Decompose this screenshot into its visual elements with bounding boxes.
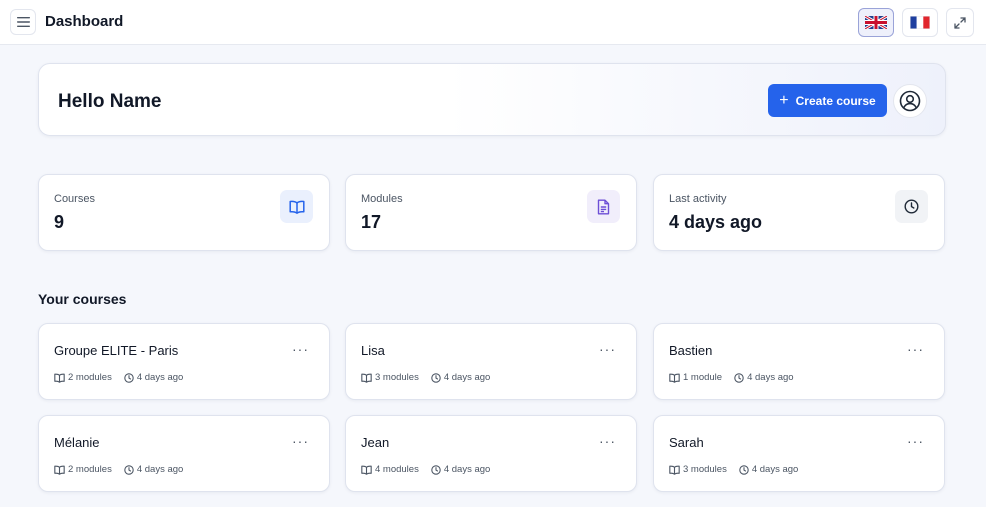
book-icon bbox=[361, 373, 372, 383]
course-card[interactable]: Bastien ··· 1 module 4 days ago bbox=[653, 323, 945, 400]
course-meta: 1 module 4 days ago bbox=[669, 372, 794, 383]
module-count: 2 modules bbox=[68, 372, 112, 383]
book-icon bbox=[54, 465, 65, 475]
stat-label: Modules bbox=[361, 193, 403, 205]
greeting: Hello Name bbox=[58, 91, 162, 112]
france-flag-icon bbox=[910, 16, 930, 29]
book-icon bbox=[54, 373, 65, 383]
updated-time: 4 days ago bbox=[443, 464, 491, 475]
module-count: 2 modules bbox=[68, 464, 112, 475]
course-meta: 3 modules 4 days ago bbox=[669, 464, 798, 475]
book-icon bbox=[361, 465, 372, 475]
more-options-icon[interactable]: ··· bbox=[292, 342, 309, 356]
stat-label: Last activity bbox=[669, 193, 727, 205]
user-circle-icon bbox=[899, 90, 921, 112]
course-card[interactable]: Sarah ··· 3 modules 4 days ago bbox=[653, 415, 945, 492]
plus-icon: + bbox=[779, 91, 789, 109]
more-options-icon[interactable]: ··· bbox=[907, 434, 924, 448]
stat-card-courses: Courses 9 bbox=[38, 174, 330, 251]
course-meta: 4 modules 4 days ago bbox=[361, 464, 490, 475]
clock-icon bbox=[895, 190, 928, 223]
course-meta: 2 modules 4 days ago bbox=[54, 464, 183, 475]
your-courses-heading: Your courses bbox=[38, 291, 127, 307]
stat-value: 4 days ago bbox=[669, 212, 763, 232]
more-options-icon[interactable]: ··· bbox=[599, 342, 616, 356]
updated-time: 4 days ago bbox=[443, 372, 491, 383]
stat-card-last-activity: Last activity 4 days ago bbox=[653, 174, 945, 251]
uk-flag-icon bbox=[865, 16, 887, 29]
clock-icon bbox=[124, 464, 134, 475]
clock-icon bbox=[124, 372, 134, 383]
stat-value: 9 bbox=[54, 212, 65, 232]
course-card[interactable]: Lisa ··· 3 modules 4 days ago bbox=[345, 323, 637, 400]
book-icon bbox=[280, 190, 313, 223]
module-count: 3 modules bbox=[683, 464, 727, 475]
module-count: 1 module bbox=[683, 372, 723, 383]
language-french-button[interactable] bbox=[902, 8, 938, 37]
course-card[interactable]: Jean ··· 4 modules 4 days ago bbox=[345, 415, 637, 492]
create-course-button[interactable]: + Create course bbox=[768, 84, 887, 117]
top-bar: Dashboard bbox=[0, 0, 986, 45]
more-options-icon[interactable]: ··· bbox=[292, 434, 309, 448]
clock-icon bbox=[431, 464, 441, 475]
updated-time: 4 days ago bbox=[747, 372, 794, 383]
create-course-label: Create course bbox=[795, 93, 876, 108]
module-count: 4 modules bbox=[375, 464, 419, 475]
updated-time: 4 days ago bbox=[136, 372, 184, 383]
stat-label: Courses bbox=[54, 193, 95, 205]
document-icon bbox=[587, 190, 620, 223]
user-avatar-button[interactable] bbox=[893, 84, 927, 118]
course-name: Mélanie bbox=[54, 435, 100, 450]
menu-button[interactable] bbox=[10, 9, 36, 35]
book-icon bbox=[669, 465, 680, 475]
book-icon bbox=[669, 373, 680, 383]
hamburger-icon bbox=[16, 17, 30, 27]
course-name: Jean bbox=[361, 435, 390, 450]
course-card[interactable]: Groupe ELITE - Paris ··· 2 modules 4 day… bbox=[38, 323, 330, 400]
clock-icon bbox=[431, 372, 441, 383]
page-title: Dashboard bbox=[45, 13, 124, 30]
more-options-icon[interactable]: ··· bbox=[907, 342, 924, 356]
course-name: Lisa bbox=[361, 343, 385, 358]
stat-card-modules: Modules 17 bbox=[345, 174, 637, 251]
welcome-card: Hello Name + Create course bbox=[38, 63, 946, 136]
more-options-icon[interactable]: ··· bbox=[599, 434, 616, 448]
course-name: Groupe ELITE - Paris bbox=[54, 343, 179, 358]
clock-icon bbox=[739, 464, 749, 475]
language-english-button[interactable] bbox=[858, 8, 894, 37]
expand-icon bbox=[954, 16, 966, 29]
course-card[interactable]: Mélanie ··· 2 modules 4 days ago bbox=[38, 415, 330, 492]
course-meta: 3 modules 4 days ago bbox=[361, 372, 490, 383]
clock-icon bbox=[734, 372, 744, 383]
stat-value: 17 bbox=[361, 212, 382, 232]
course-name: Bastien bbox=[669, 343, 713, 358]
module-count: 3 modules bbox=[375, 372, 419, 383]
updated-time: 4 days ago bbox=[136, 464, 184, 475]
course-meta: 2 modules 4 days ago bbox=[54, 372, 183, 383]
course-name: Sarah bbox=[669, 435, 704, 450]
updated-time: 4 days ago bbox=[751, 464, 799, 475]
fullscreen-button[interactable] bbox=[946, 8, 974, 37]
